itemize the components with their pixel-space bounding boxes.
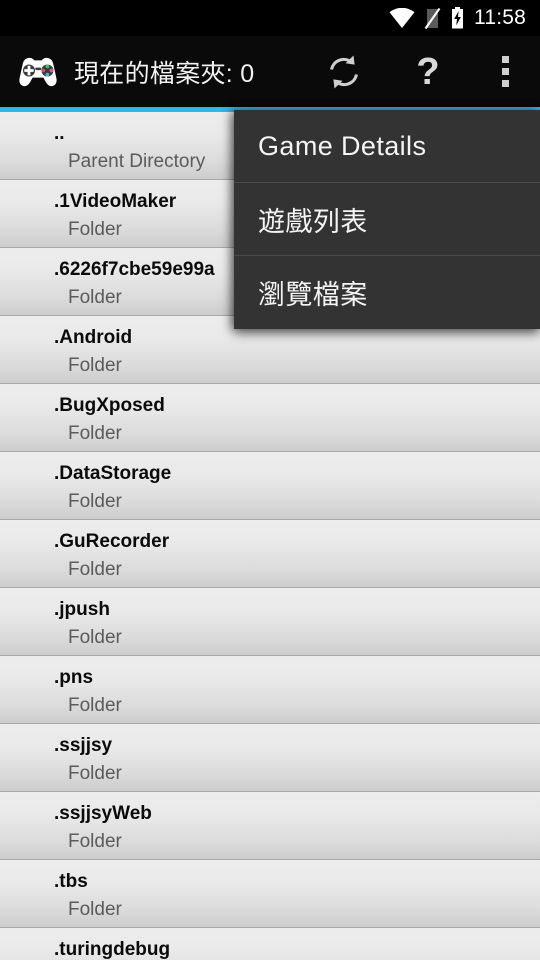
- action-bar: 現在的檔案夾: 0 ?: [0, 36, 540, 107]
- file-row-title: .ssjjsy: [54, 735, 113, 756]
- wifi-icon: [389, 8, 415, 28]
- file-row-subtitle: Folder: [68, 423, 122, 444]
- file-list-row[interactable]: .tbs Folder: [0, 860, 540, 928]
- help-icon: ?: [416, 50, 440, 93]
- file-list-row[interactable]: .jpush Folder: [0, 588, 540, 656]
- help-button[interactable]: ?: [386, 36, 470, 107]
- gamepad-icon[interactable]: [14, 52, 62, 92]
- file-list-row[interactable]: .ssjjsyWeb Folder: [0, 792, 540, 860]
- overflow-menu-icon: [501, 56, 509, 87]
- overflow-menu-item[interactable]: Game Details: [234, 110, 540, 183]
- app-screen: 11:58 現在的檔案夾: 0 ? .. Parent Directory .1…: [0, 0, 540, 960]
- file-list-row[interactable]: .GuRecorder Folder: [0, 520, 540, 588]
- battery-charging-icon: [452, 7, 463, 29]
- status-clock: 11:58: [474, 6, 526, 29]
- page-title: 現在的檔案夾: 0: [74, 59, 255, 88]
- refresh-button[interactable]: [302, 36, 386, 107]
- file-row-subtitle: Folder: [68, 491, 122, 512]
- file-row-title: .pns: [54, 667, 94, 688]
- action-bar-buttons: ?: [302, 36, 540, 107]
- file-list-row[interactable]: .turingdebugFolder: [0, 928, 540, 960]
- file-row-subtitle: Folder: [68, 695, 122, 716]
- file-list-row[interactable]: .BugXposed Folder: [0, 384, 540, 452]
- signal-off-icon: [424, 7, 441, 29]
- overflow-popup-menu[interactable]: Game Details 遊戲列表 瀏覽檔案: [234, 110, 540, 329]
- file-row-subtitle: Folder: [68, 763, 122, 784]
- file-row-subtitle: Folder: [68, 899, 122, 920]
- file-row-title: .tbs: [54, 871, 88, 892]
- file-list-row[interactable]: .DataStorage Folder: [0, 452, 540, 520]
- file-row-title: .BugXposed: [54, 395, 165, 416]
- overflow-button[interactable]: [470, 36, 540, 107]
- file-list-row[interactable]: .ssjjsy Folder: [0, 724, 540, 792]
- file-row-title: .DataStorage: [54, 463, 172, 484]
- file-row-subtitle: Folder: [68, 355, 122, 376]
- overflow-menu-item[interactable]: 遊戲列表: [234, 183, 540, 256]
- file-row-subtitle: Folder: [68, 831, 122, 852]
- file-row-title: .jpush: [54, 599, 110, 620]
- refresh-icon: [329, 55, 359, 88]
- file-row-title: .ssjjsyWeb: [54, 803, 152, 824]
- overflow-menu-item[interactable]: 瀏覽檔案: [234, 256, 540, 329]
- file-row-subtitle: Folder: [68, 559, 122, 580]
- file-row-title: .turingdebug: [54, 939, 171, 960]
- file-row-title: .GuRecorder: [54, 531, 170, 552]
- status-bar: 11:58: [0, 0, 540, 36]
- file-list-row[interactable]: .pns Folder: [0, 656, 540, 724]
- file-row-subtitle: Folder: [68, 627, 122, 648]
